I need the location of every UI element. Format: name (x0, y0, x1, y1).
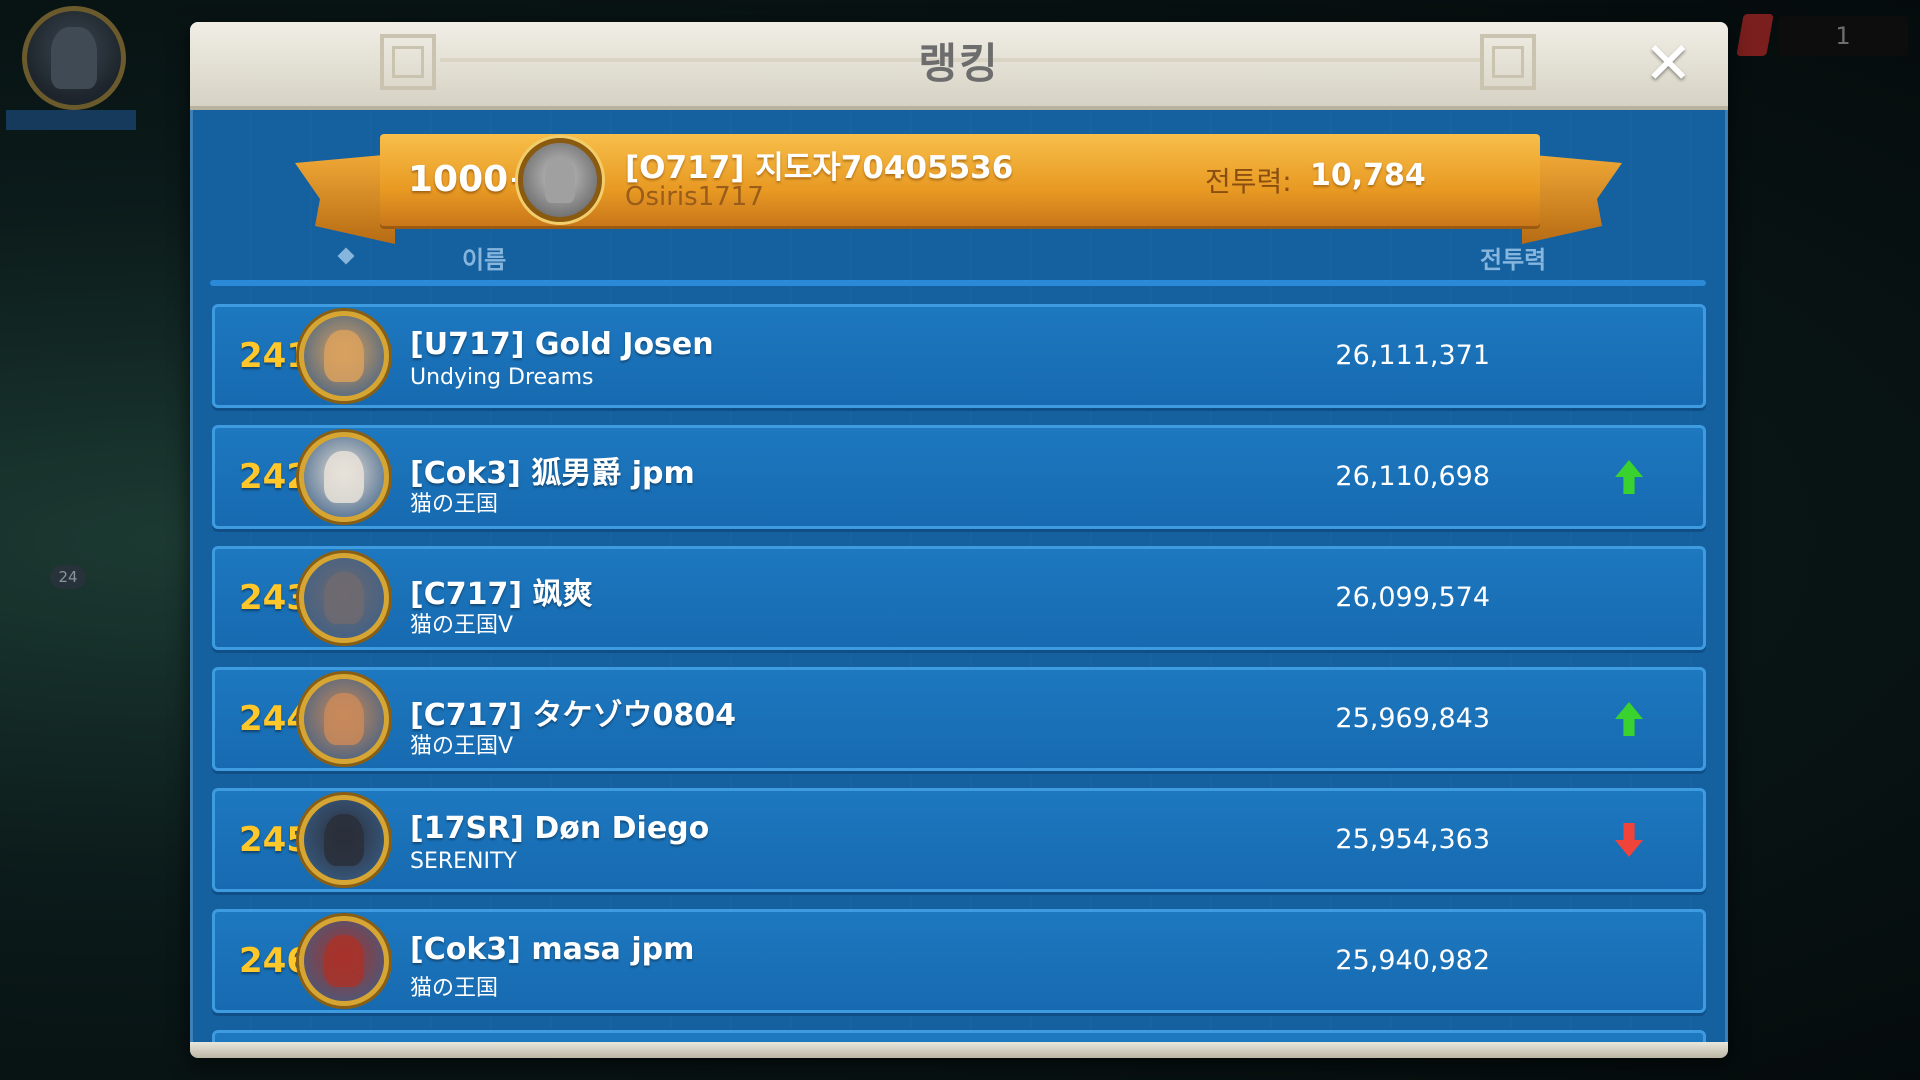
background-player-avatar (22, 6, 126, 110)
column-header-name: 이름 (462, 246, 507, 274)
ranking-panel: 랭킹 ✕ 1000+ [O717] 지도자70405536 Osiris1717… (190, 22, 1728, 1058)
row-power-value: 25,940,982 (1335, 945, 1490, 976)
avatar-face (324, 572, 364, 624)
rank-up-arrow-icon (1615, 702, 1643, 736)
avatar-face (324, 814, 364, 866)
row-alliance-name: 猫の王国V (410, 734, 514, 759)
row-player-name: [Cok3] masa jpm (410, 932, 695, 967)
background-badge-count: 24 (50, 565, 86, 589)
row-power-value: 26,111,371 (1335, 340, 1490, 371)
row-player-name: [U717] Gold Josen (410, 327, 714, 362)
ranking-row[interactable]: 245 [17SR] Døn Diego SERENITY 25,954,363 (212, 788, 1706, 892)
rank-down-arrow-icon (1615, 823, 1643, 857)
row-power-value: 25,969,843 (1335, 703, 1490, 734)
panel-header: 랭킹 ✕ (190, 22, 1728, 110)
castle-portrait-icon[interactable] (299, 553, 389, 643)
background-banner (6, 110, 136, 130)
ranking-row[interactable]: 246 [Cok3] masa jpm 猫の王国 25,940,982 (212, 909, 1706, 1013)
avatar-face (324, 693, 364, 745)
avatar-face (324, 451, 364, 503)
row-power-value: 26,099,574 (1335, 582, 1490, 613)
header-divider (210, 280, 1706, 286)
diamond-icon (337, 247, 355, 265)
white-horse-portrait-icon[interactable] (299, 432, 389, 522)
dark-rider-portrait-icon[interactable] (299, 795, 389, 885)
warrior-face-portrait-icon[interactable] (299, 674, 389, 764)
ranking-row[interactable]: 244 [C717] タケゾウ0804 猫の王国V 25,969,843 (212, 667, 1706, 771)
ranking-row[interactable]: 242 [Cok3] 狐男爵 jpm 猫の王国 26,110,698 (212, 425, 1706, 529)
my-alliance-name: Osiris1717 (625, 182, 764, 212)
close-button[interactable]: ✕ (1644, 34, 1693, 92)
muscle-man-portrait-icon[interactable] (299, 311, 389, 401)
rank-up-arrow-icon (1615, 460, 1643, 494)
ranking-list[interactable]: 241 [U717] Gold Josen Undying Dreams 26,… (212, 304, 1706, 1030)
panel-title: 랭킹 (918, 39, 1000, 88)
column-header-power: 전투력 (1480, 246, 1547, 274)
background-counter: 1 (1778, 16, 1908, 56)
my-power-label: 전투력: (1205, 165, 1292, 198)
row-alliance-name: 猫の王国V (410, 613, 514, 638)
row-alliance-name: 猫の王国 (410, 492, 499, 517)
ranking-row[interactable]: 241 [U717] Gold Josen Undying Dreams 26,… (212, 304, 1706, 408)
row-player-name: [17SR] Døn Diego (410, 811, 710, 846)
row-alliance-name: 猫の王国 (410, 976, 499, 1001)
samurai-portrait-icon[interactable] (299, 916, 389, 1006)
my-rank-banner[interactable]: 1000+ [O717] 지도자70405536 Osiris1717 전투력:… (380, 134, 1540, 226)
panel-footer (190, 1042, 1728, 1058)
row-power-value: 26,110,698 (1335, 461, 1490, 492)
avatar-face (324, 935, 364, 987)
row-alliance-name: Undying Dreams (410, 365, 594, 390)
my-power-value: 10,784 (1310, 158, 1426, 193)
ranking-row[interactable]: 243 [C717] 飒爽 猫の王国V 26,099,574 (212, 546, 1706, 650)
row-alliance-name: SERENITY (410, 849, 517, 874)
background-gem-icon (1736, 14, 1774, 56)
my-avatar-icon (518, 138, 602, 222)
avatar-face (324, 330, 364, 382)
my-player-name: [O717] 지도자70405536 (625, 150, 1014, 186)
row-power-value: 25,954,363 (1335, 824, 1490, 855)
